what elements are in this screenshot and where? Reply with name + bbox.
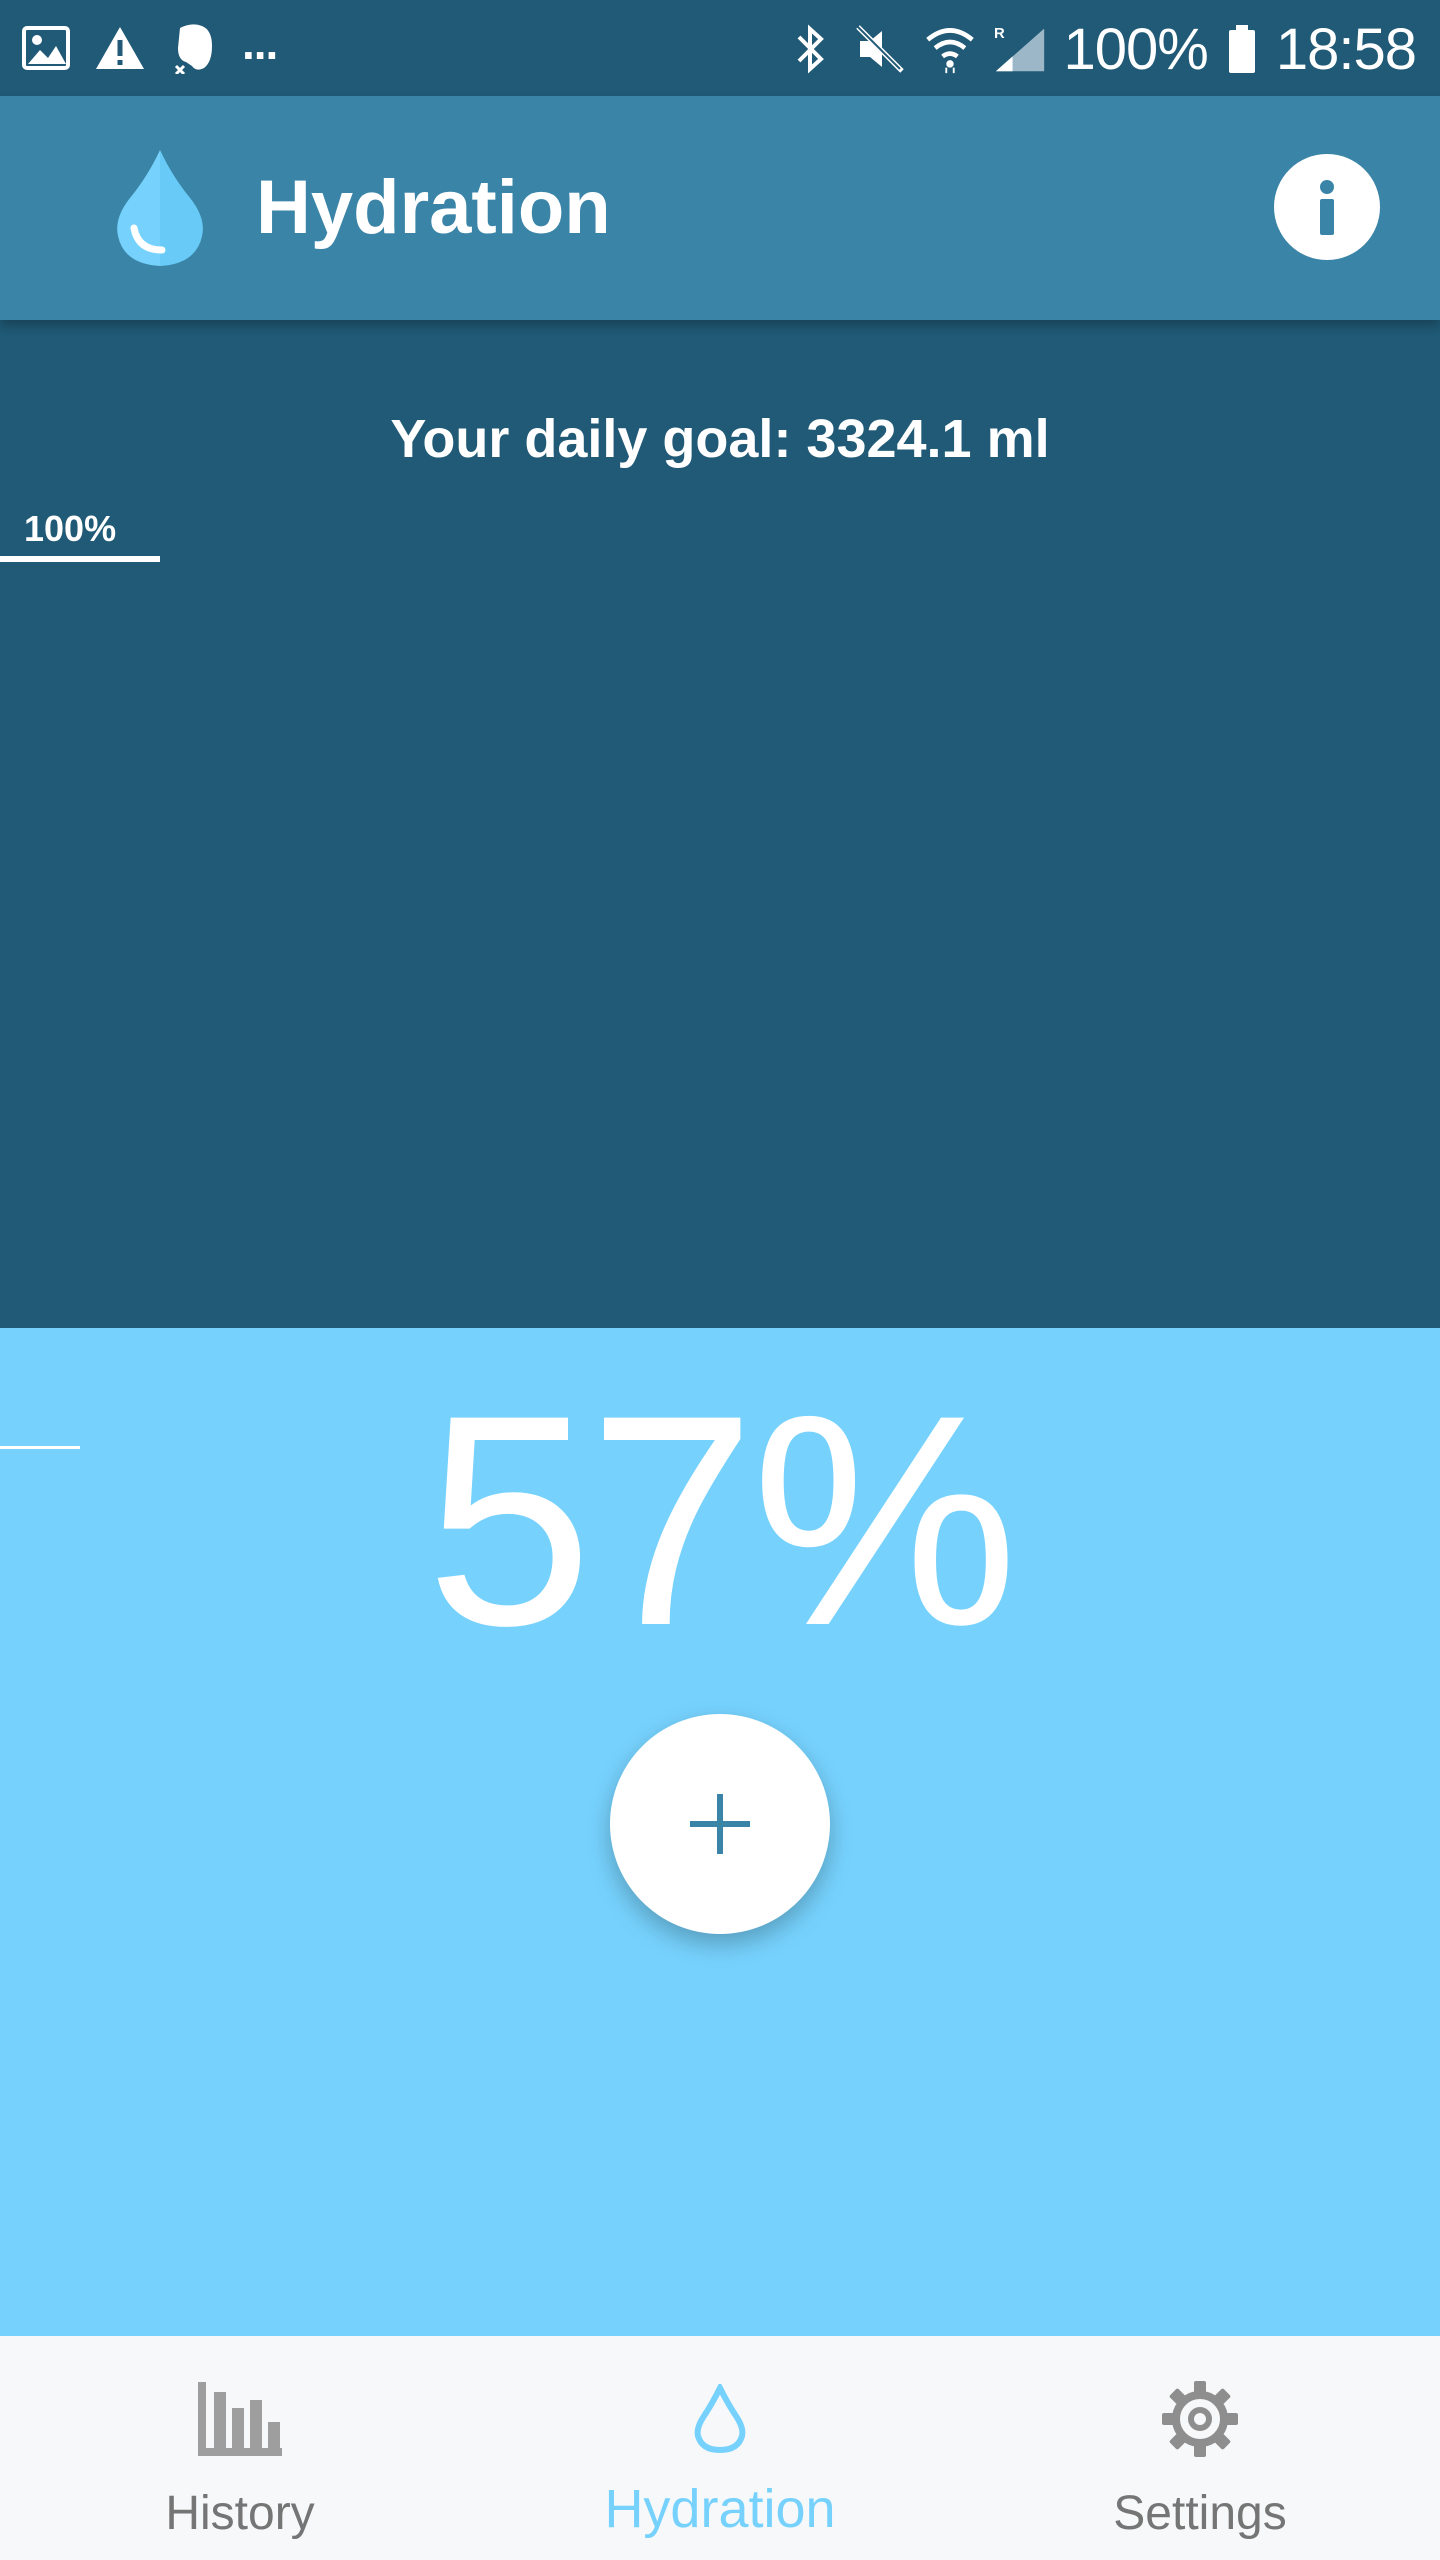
info-button[interactable] [1274,154,1380,260]
image-icon [20,22,72,74]
svg-text:R: R [994,26,1005,42]
nav-label-hydration: Hydration [604,2479,836,2539]
goal-marker-line [0,556,160,562]
bottom-navigation: History Hydration Settings [0,2336,1440,2560]
nav-item-settings[interactable]: Settings [960,2336,1440,2560]
wifi-icon [924,23,976,75]
more-notifications: ... [242,17,278,69]
clock: 18:58 [1275,16,1417,82]
battery-percent: 100% [1063,16,1209,82]
nav-item-history[interactable]: History [0,2336,480,2560]
info-icon [1320,180,1334,235]
goal-marker-label: 100% [24,508,117,549]
add-water-button[interactable] [610,1714,830,1934]
warning-icon [94,22,146,74]
hydration-panel: Your daily goal: 3324.1 ml 100% 57% [0,320,1440,2336]
status-bar: ... R 100% 18:58 [0,0,1440,96]
progress-percent: 57% [425,1352,1018,1688]
app-bar: Hydration [0,96,1440,320]
mute-icon [854,23,906,75]
bluetooth-icon [784,23,836,75]
water-drop-icon [670,2374,770,2464]
evernote-icon [168,22,220,74]
battery-icon [1226,23,1258,75]
nav-item-hydration[interactable]: Hydration [480,2336,960,2560]
page-title: Hydration [256,165,611,250]
plus-icon [690,1794,750,1854]
nav-label-settings: Settings [1113,2487,1287,2540]
signal-icon: R [994,23,1046,75]
water-drop-icon [112,146,208,270]
bar-chart-icon [190,2374,290,2464]
daily-goal: Your daily goal: 3324.1 ml [390,409,1050,469]
nav-label-history: History [165,2487,315,2540]
gear-icon [1150,2374,1250,2464]
